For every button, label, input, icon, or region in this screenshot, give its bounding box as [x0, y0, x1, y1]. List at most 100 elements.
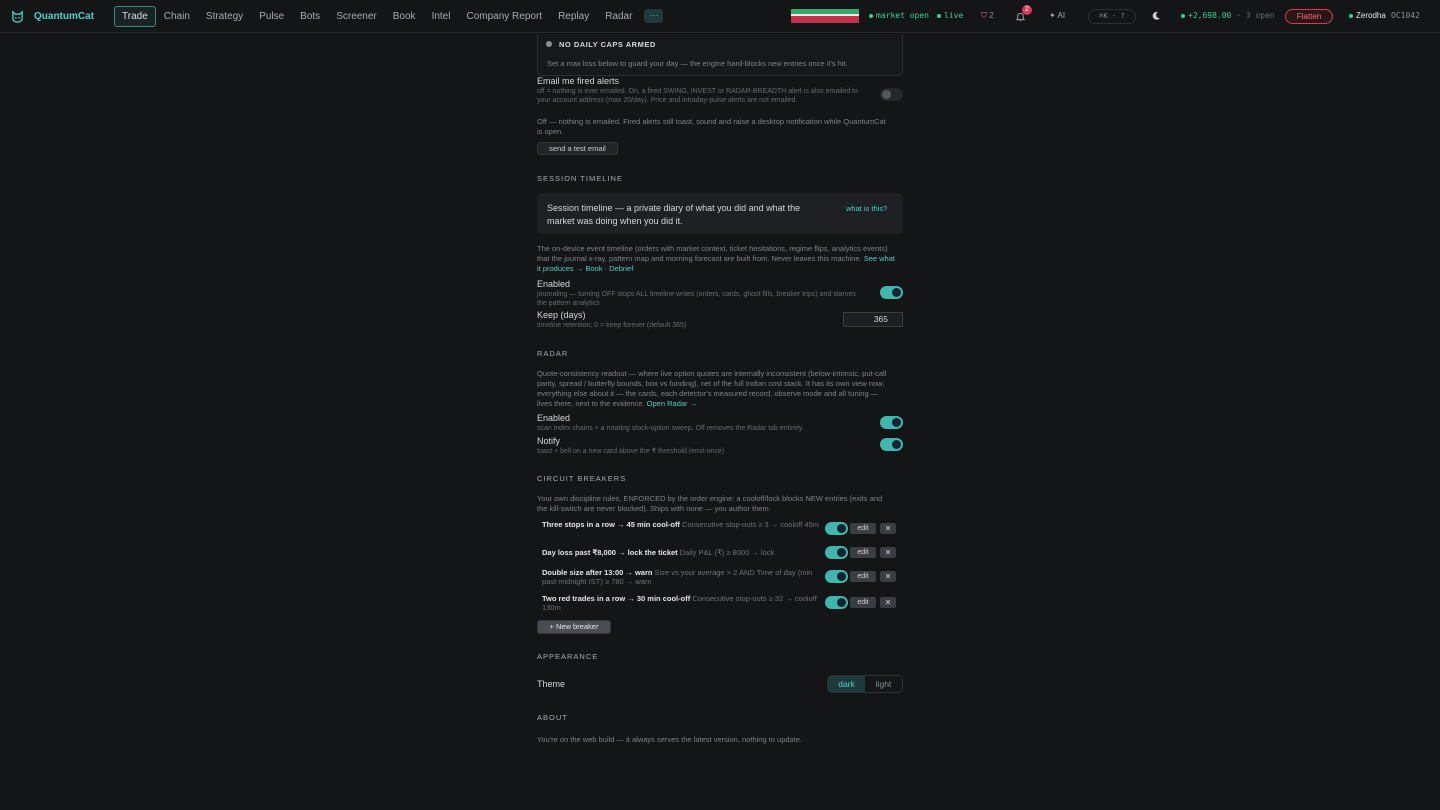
keep-days-label: Keep (days): [537, 310, 586, 320]
radar-notify-sub: toast + bell on a new card above the ₹ t…: [537, 448, 725, 455]
caps-status-dot: [546, 41, 552, 47]
send-test-email-button[interactable]: send a test email: [537, 142, 618, 155]
breaker-delete-button[interactable]: ✕: [880, 597, 896, 608]
flags-indicator[interactable]: ⛉ 2: [981, 11, 994, 21]
radar-enabled-label: Enabled: [537, 413, 571, 423]
breaker-title: Three stops in a row → 45 min cool-off C…: [542, 520, 822, 529]
radar-notify-label: Notify: [537, 436, 561, 446]
breaker-rule-text: Consecutive stop-outs ≥ 3 → cooloff 45m: [682, 520, 819, 529]
moon-icon[interactable]: [1151, 11, 1161, 21]
theme-light-option[interactable]: light: [865, 676, 902, 692]
keep-days-input[interactable]: 365: [843, 312, 903, 327]
breaker-edit-button[interactable]: edit: [850, 571, 876, 582]
about-text: You're on the web build — it always serv…: [537, 735, 803, 744]
breaker-toggle[interactable]: [825, 596, 848, 609]
broker-status[interactable]: Zerodha OC1042: [1349, 11, 1420, 20]
pnl-value: +2,698.00: [1188, 11, 1232, 20]
radar-description: Quote-consistency readout — where live o…: [537, 369, 892, 409]
nav-pulse[interactable]: Pulse: [251, 6, 292, 27]
email-alerts-sub: off = nothing is ever emailed. On, a fir…: [537, 88, 858, 104]
breaker-title-text: Day loss past ₹8,000 → lock the ticket: [542, 548, 678, 557]
nav-company-report[interactable]: Company Report: [458, 6, 550, 27]
caps-title: NO DAILY CAPS ARMED: [559, 40, 656, 49]
breaker-title-text: Two red trades in a row → 30 min cool-of…: [542, 594, 691, 603]
breaker-row: Two red trades in a row → 30 min cool-of…: [537, 594, 903, 614]
radar-enabled-toggle[interactable]: [880, 416, 903, 429]
breaker-title-text: Double size after 13:00 → warn: [542, 568, 653, 577]
email-alerts-toggle[interactable]: [880, 88, 903, 101]
breaker-row: Day loss past ₹8,000 → lock the ticket D…: [537, 546, 903, 568]
breaker-toggle[interactable]: [825, 522, 848, 535]
radar-notify-toggle[interactable]: [880, 438, 903, 451]
breaker-title: Two red trades in a row → 30 min cool-of…: [542, 594, 822, 612]
notification-badge: 2: [1022, 5, 1032, 15]
nav-trade[interactable]: Trade: [114, 5, 156, 27]
what-is-this-link[interactable]: what is this?: [846, 204, 887, 213]
timeline-enabled-toggle[interactable]: [880, 286, 903, 299]
breaker-row: Three stops in a row → 45 min cool-off C…: [537, 520, 903, 540]
breakers-description: Your own discipline rules, ENFORCED by t…: [537, 494, 883, 513]
command-palette-hint[interactable]: ⌘K · ?: [1088, 9, 1136, 24]
timeline-description-text: The on-device event timeline (orders wit…: [537, 244, 888, 263]
logo[interactable]: QuantumCat: [11, 9, 111, 23]
open-radar-link[interactable]: Open Radar →: [647, 399, 697, 408]
email-alerts-note: Off — nothing is emailed. Fired alerts s…: [537, 117, 886, 136]
nav-screener[interactable]: Screener: [328, 6, 385, 27]
breaker-delete-button[interactable]: ✕: [880, 571, 896, 582]
breaker-delete-button[interactable]: ✕: [880, 547, 896, 558]
breaker-toggle[interactable]: [825, 570, 848, 583]
pnl-summary[interactable]: +2,698.00 · 3 open: [1181, 11, 1275, 20]
market-breadth-bar: [791, 9, 859, 23]
nav-strategy[interactable]: Strategy: [198, 6, 251, 27]
breaker-edit-button[interactable]: edit: [850, 523, 876, 534]
nav-replay[interactable]: Replay: [550, 6, 597, 27]
market-status-text: market open: [876, 11, 929, 20]
open-positions: 3 open: [1245, 11, 1275, 20]
breaker-edit-button[interactable]: edit: [850, 597, 876, 608]
keep-days-sub: timeline retention; 0 = keep forever (de…: [537, 322, 687, 329]
timeline-description: The on-device event timeline (orders wit…: [537, 244, 897, 274]
about-heading: ABOUT: [537, 713, 568, 722]
radar-enabled-sub: scan index chains + a rotating stock-opt…: [537, 425, 804, 432]
live-status-text: live: [944, 11, 964, 20]
session-timeline-heading: SESSION TIMELINE: [537, 174, 623, 183]
breaker-rule-text: Daily P&L (₹) ≥ 8000 → lock: [679, 548, 775, 557]
appearance-heading: APPEARANCE: [537, 652, 599, 661]
timeline-info-text: Session timeline — a private diary of wh…: [547, 203, 801, 226]
main-nav: Trade Chain Strategy Pulse Bots Screener…: [114, 5, 664, 27]
breaker-title: Day loss past ₹8,000 → lock the ticket D…: [542, 548, 822, 557]
live-status: live: [937, 11, 963, 20]
market-status: market open: [869, 11, 929, 20]
breaker-title: Double size after 13:00 → warn Size vs y…: [542, 568, 822, 586]
breaker-row: Double size after 13:00 → warn Size vs y…: [537, 568, 903, 588]
top-bar: QuantumCat Trade Chain Strategy Pulse Bo…: [0, 0, 1440, 33]
timeline-enabled-sub: journaling — turning OFF stops ALL timel…: [537, 291, 856, 307]
circuit-breakers-heading: CIRCUIT BREAKERS: [537, 474, 627, 483]
flatten-button[interactable]: Flatten: [1285, 9, 1333, 24]
radar-description-text: Quote-consistency readout — where live o…: [537, 369, 887, 408]
breaker-delete-button[interactable]: ✕: [880, 523, 896, 534]
theme-label: Theme: [537, 679, 566, 689]
breaker-toggle[interactable]: [825, 546, 848, 559]
nav-radar[interactable]: Radar: [597, 6, 640, 27]
breaker-title-text: Three stops in a row → 45 min cool-off: [542, 520, 680, 529]
flags-count: 2: [989, 11, 994, 20]
new-breaker-button[interactable]: + New breaker: [537, 620, 611, 634]
ai-button[interactable]: ✦ AI: [1049, 11, 1065, 20]
broker-name: Zerodha: [1356, 11, 1386, 20]
radar-heading: RADAR: [537, 349, 569, 358]
theme-switcher: dark light: [827, 675, 903, 693]
timeline-enabled-label: Enabled: [537, 279, 571, 289]
caps-description: Set a max loss below to guard your day —…: [547, 59, 848, 68]
nav-intel[interactable]: Intel: [424, 6, 459, 27]
nav-chain[interactable]: Chain: [156, 6, 198, 27]
nav-more-button[interactable]: ···: [644, 9, 664, 23]
cat-logo-icon: [12, 9, 23, 23]
breaker-edit-button[interactable]: edit: [850, 547, 876, 558]
app-name: QuantumCat: [34, 10, 94, 22]
theme-dark-option[interactable]: dark: [828, 676, 865, 692]
account-id: OC1042: [1391, 11, 1420, 20]
nav-bots[interactable]: Bots: [292, 6, 328, 27]
shield-icon: ⛉: [981, 11, 987, 20]
nav-book[interactable]: Book: [385, 6, 424, 27]
